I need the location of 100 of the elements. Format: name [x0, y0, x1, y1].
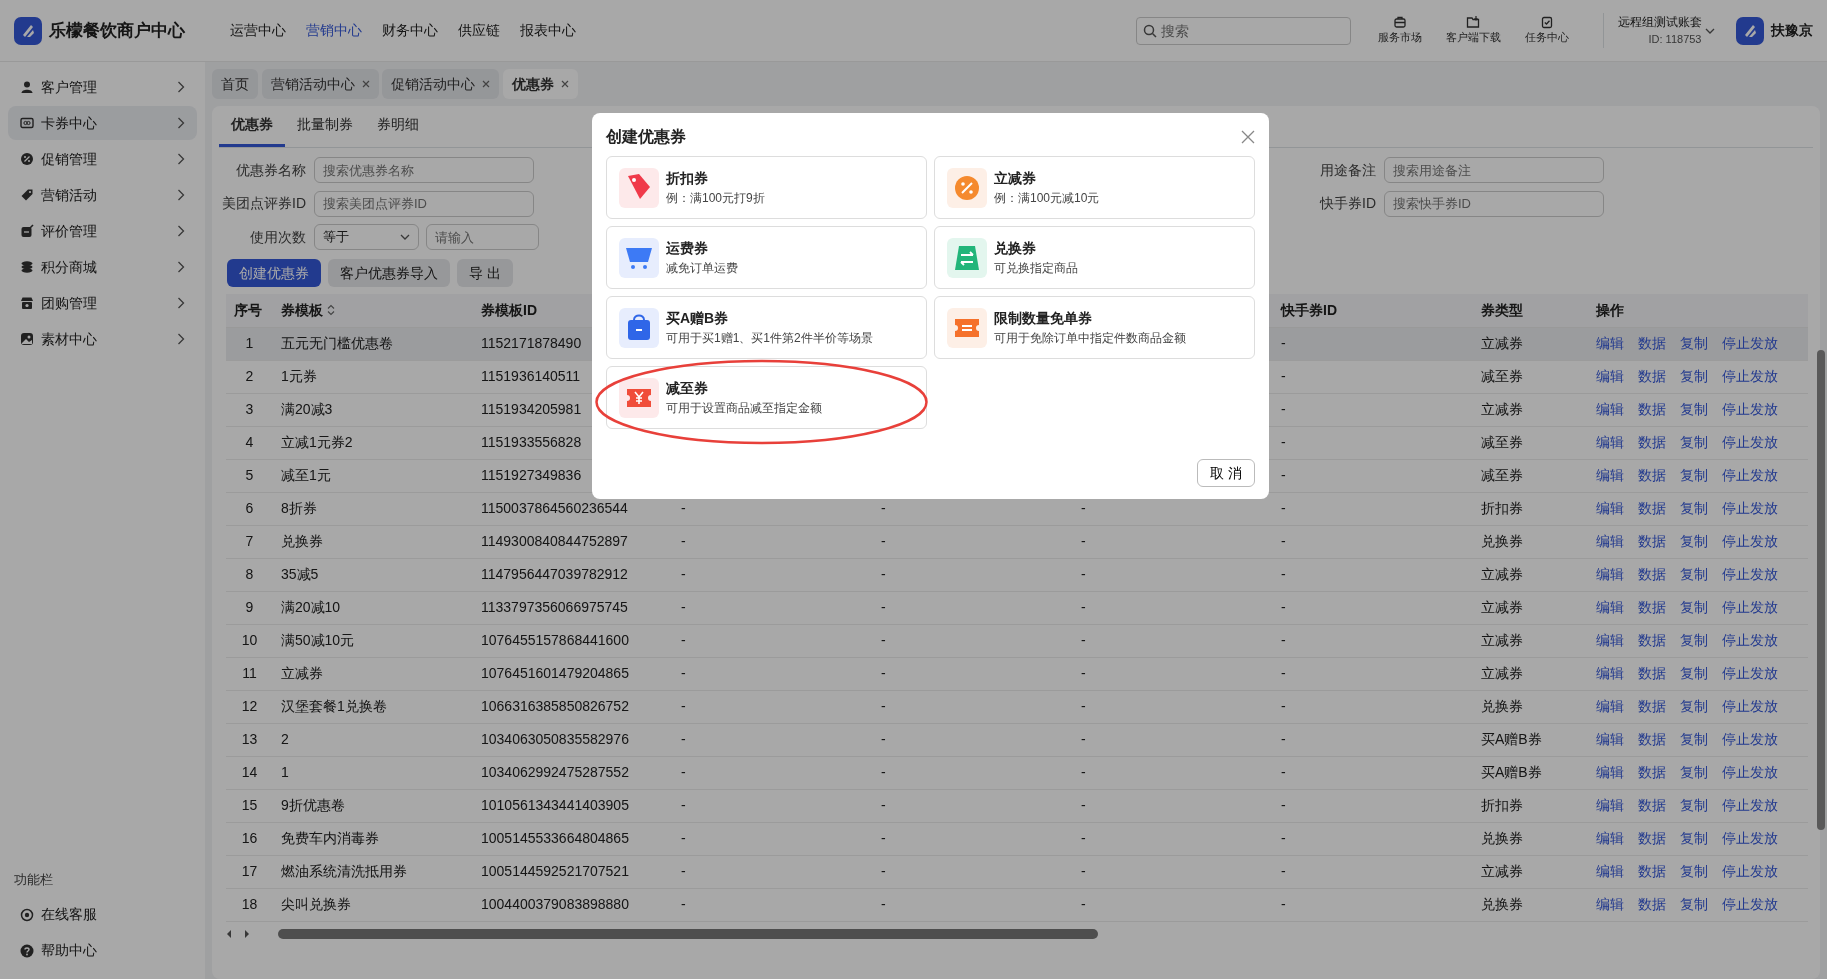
input-field[interactable]: 请输入: [426, 224, 539, 250]
cancel-button[interactable]: 取 消: [1197, 459, 1255, 487]
table-link[interactable]: 编辑: [1596, 498, 1624, 519]
coupon-type-option[interactable]: 买A赠B券 可用于买1赠1、买1件第2件半价等场景: [606, 296, 927, 359]
table-link[interactable]: 复制: [1680, 729, 1708, 750]
user-name[interactable]: 扶豫京: [1771, 20, 1813, 41]
close-icon[interactable]: [560, 80, 569, 88]
table-link[interactable]: 数据: [1638, 531, 1666, 552]
sidebar-item[interactable]: 评价管理: [8, 214, 197, 248]
table-link[interactable]: 复制: [1680, 828, 1708, 849]
table-link[interactable]: 编辑: [1596, 630, 1624, 651]
table-link[interactable]: 编辑: [1596, 795, 1624, 816]
sidebar-item[interactable]: 营销活动: [8, 178, 197, 212]
sidebar-item[interactable]: 在线客服: [8, 897, 197, 932]
table-link[interactable]: 编辑: [1596, 366, 1624, 387]
search-field[interactable]: 搜索: [1135, 16, 1351, 45]
table-link[interactable]: 复制: [1680, 333, 1708, 354]
table-link[interactable]: 复制: [1680, 564, 1708, 585]
sub-tab[interactable]: 券明细: [365, 106, 431, 147]
input-field[interactable]: 搜索用途备注: [1384, 157, 1604, 183]
table-link[interactable]: 停止发放: [1722, 630, 1778, 651]
table-link[interactable]: 停止发放: [1722, 498, 1778, 519]
table-link[interactable]: 复制: [1680, 894, 1708, 915]
table-link[interactable]: 数据: [1638, 762, 1666, 783]
sidebar-item[interactable]: 团购管理: [8, 286, 197, 320]
action-button[interactable]: 创建优惠券: [227, 259, 321, 287]
nav-tab[interactable]: 财务中心: [372, 20, 448, 41]
sub-tab[interactable]: 优惠券: [219, 106, 285, 147]
table-link[interactable]: 停止发放: [1722, 432, 1778, 453]
table-link[interactable]: 停止发放: [1722, 366, 1778, 387]
sidebar-item[interactable]: 帮助中心: [8, 933, 197, 968]
input-field[interactable]: 搜索优惠券名称: [314, 157, 534, 183]
table-link[interactable]: 数据: [1638, 432, 1666, 453]
table-link[interactable]: 编辑: [1596, 861, 1624, 882]
table-link[interactable]: 编辑: [1596, 762, 1624, 783]
sidebar-item[interactable]: 卡券中心: [8, 106, 197, 140]
table-link[interactable]: 编辑: [1596, 894, 1624, 915]
input-field[interactable]: 搜索美团点评券ID: [314, 190, 534, 217]
nav-tab[interactable]: 营销中心: [296, 20, 372, 41]
table-link[interactable]: 停止发放: [1722, 597, 1778, 618]
action-button[interactable]: 导 出: [457, 259, 513, 287]
table-link[interactable]: 复制: [1680, 630, 1708, 651]
action-button[interactable]: 客户优惠券导入: [328, 259, 450, 287]
table-link[interactable]: 数据: [1638, 333, 1666, 354]
table-link[interactable]: 编辑: [1596, 564, 1624, 585]
table-link[interactable]: 复制: [1680, 465, 1708, 486]
coupon-type-option[interactable]: 兑换券 可兑换指定商品: [934, 226, 1255, 289]
table-link[interactable]: 数据: [1638, 630, 1666, 651]
table-link[interactable]: 数据: [1638, 399, 1666, 420]
sidebar-item[interactable]: 促销管理: [8, 142, 197, 176]
vertical-scrollbar[interactable]: [1817, 350, 1825, 830]
header-tool-button[interactable]: 任务中心: [1511, 14, 1582, 47]
header-tool-button[interactable]: 客户端下载: [1438, 14, 1508, 47]
table-link[interactable]: 停止发放: [1722, 531, 1778, 552]
table-link[interactable]: 停止发放: [1722, 663, 1778, 684]
table-link[interactable]: 停止发放: [1722, 696, 1778, 717]
page-tab[interactable]: 营销活动中心: [261, 69, 379, 99]
sidebar-item[interactable]: 客户管理: [8, 70, 197, 104]
table-link[interactable]: 停止发放: [1722, 399, 1778, 420]
page-tab[interactable]: 促销活动中心: [382, 69, 499, 99]
table-link[interactable]: 数据: [1638, 597, 1666, 618]
table-link[interactable]: 数据: [1638, 894, 1666, 915]
table-link[interactable]: 复制: [1680, 696, 1708, 717]
table-link[interactable]: 编辑: [1596, 465, 1624, 486]
page-tab[interactable]: 首页: [212, 69, 258, 99]
table-link[interactable]: 数据: [1638, 564, 1666, 585]
table-link[interactable]: 停止发放: [1722, 894, 1778, 915]
sidebar-item[interactable]: 素材中心: [8, 322, 197, 356]
table-link[interactable]: 数据: [1638, 498, 1666, 519]
close-icon[interactable]: [1241, 130, 1255, 144]
table-link[interactable]: 停止发放: [1722, 828, 1778, 849]
table-link[interactable]: 复制: [1680, 663, 1708, 684]
select-field[interactable]: 等于: [314, 224, 419, 250]
table-link[interactable]: 复制: [1680, 861, 1708, 882]
table-link[interactable]: 停止发放: [1722, 465, 1778, 486]
table-link[interactable]: 编辑: [1596, 399, 1624, 420]
sub-tab[interactable]: 批量制券: [285, 106, 365, 147]
nav-tab[interactable]: 报表中心: [510, 20, 586, 41]
header-tool-button[interactable]: 服务市场: [1364, 14, 1435, 47]
table-link[interactable]: 编辑: [1596, 663, 1624, 684]
table-link[interactable]: 数据: [1638, 729, 1666, 750]
scroll-arrows-icon[interactable]: [226, 928, 250, 939]
table-link[interactable]: 复制: [1680, 432, 1708, 453]
coupon-type-option[interactable]: 运费券 减免订单运费: [606, 226, 927, 289]
table-link[interactable]: 数据: [1638, 696, 1666, 717]
account-switcher[interactable]: 远程组测试账套 ID: 118753: [1617, 13, 1702, 48]
table-link[interactable]: 编辑: [1596, 531, 1624, 552]
table-link[interactable]: 编辑: [1596, 333, 1624, 354]
table-link[interactable]: 复制: [1680, 597, 1708, 618]
page-tab[interactable]: 优惠券: [502, 69, 578, 99]
close-icon[interactable]: [482, 80, 490, 88]
table-link[interactable]: 编辑: [1596, 597, 1624, 618]
table-link[interactable]: 数据: [1638, 366, 1666, 387]
coupon-type-option[interactable]: 减至券 可用于设置商品减至指定金额: [606, 366, 927, 429]
sidebar-item[interactable]: 积分商城: [8, 250, 197, 284]
table-link[interactable]: 复制: [1680, 762, 1708, 783]
horizontal-scrollbar[interactable]: [278, 928, 1098, 939]
close-icon[interactable]: [361, 80, 370, 88]
table-link[interactable]: 编辑: [1596, 432, 1624, 453]
nav-tab[interactable]: 运营中心: [220, 20, 296, 41]
